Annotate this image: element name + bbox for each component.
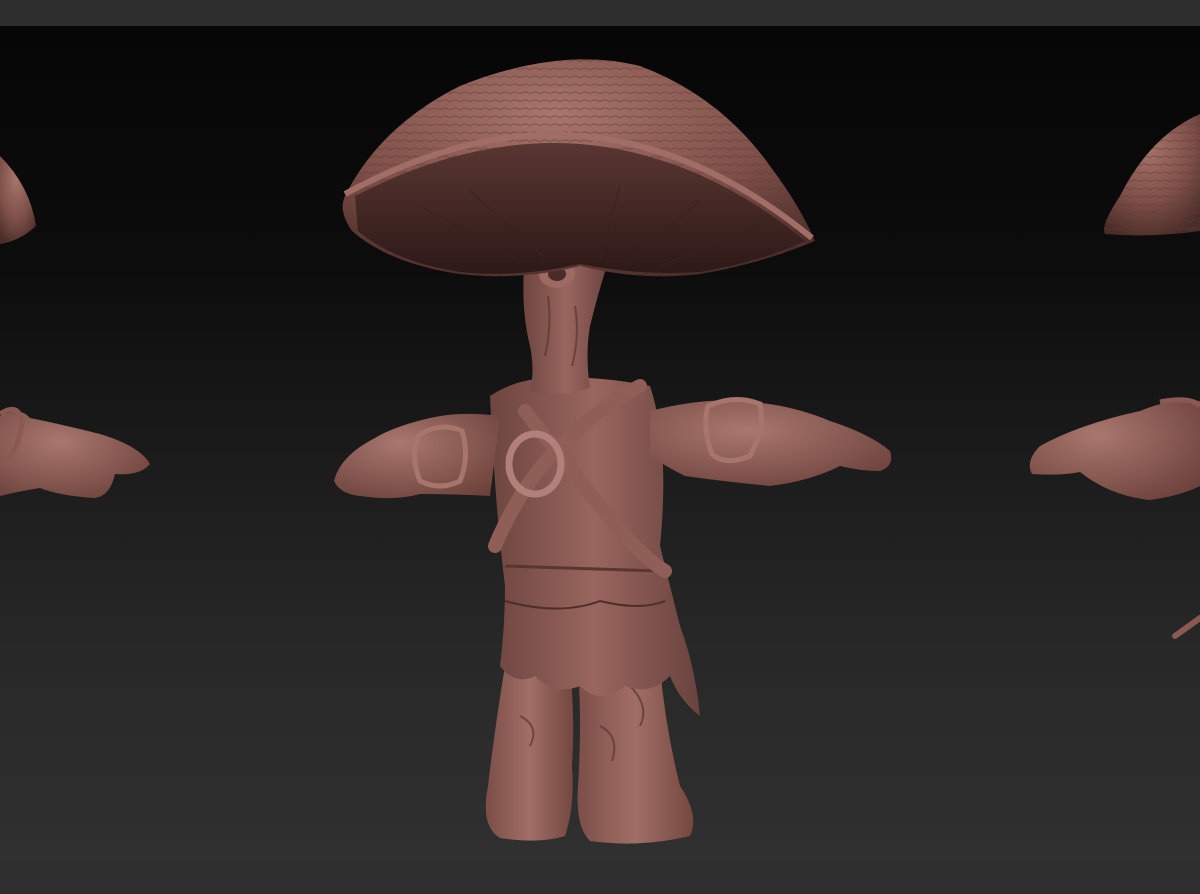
mushroom-cap (342, 59, 815, 277)
stem (523, 256, 610, 394)
right-view-model (1029, 114, 1200, 639)
3d-viewport[interactable] (0, 26, 1200, 862)
viewport-canvas[interactable] (0, 26, 1200, 862)
bottom-toolbar (0, 862, 1200, 894)
front-view-model[interactable] (334, 59, 892, 844)
top-toolbar (0, 0, 1200, 26)
left-view-model (0, 156, 150, 498)
sculpting-app-window (0, 0, 1200, 894)
